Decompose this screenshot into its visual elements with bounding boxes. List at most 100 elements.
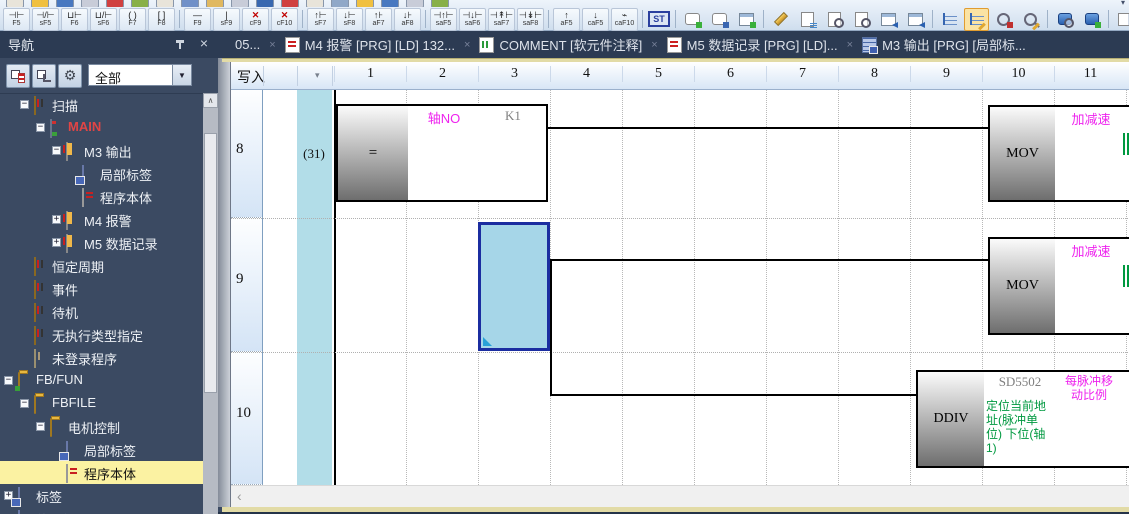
branch-tree-button[interactable] [937, 8, 962, 31]
tree-item-fb-fun[interactable]: − FB/FUN [0, 369, 203, 392]
insert-cell-button[interactable] [1113, 8, 1129, 31]
toolbar-icon-clipped[interactable] [81, 0, 99, 7]
ladder-symbol-button-sF7[interactable]: ↑⊢sF7 [307, 8, 334, 31]
database-edit-button[interactable] [1079, 8, 1104, 31]
tab-close-icon[interactable]: × [847, 39, 853, 51]
tab-m4-alarm[interactable]: M4 报警 [PRG] [LD] 132... [278, 35, 462, 54]
toolbar-icon-clipped[interactable] [356, 0, 374, 7]
program-list-button[interactable] [795, 8, 820, 31]
ladder-symbol-button-caF5[interactable]: ↓caF5 [582, 8, 609, 31]
ladder-symbol-button-saF6[interactable]: ⊣↓⊢saF6 [459, 8, 486, 31]
toolbar-icon-clipped[interactable] [331, 0, 349, 7]
paste-overwrite-button[interactable] [903, 8, 928, 31]
chevron-down-icon[interactable]: ▾ [315, 70, 320, 81]
database-find-button[interactable] [1052, 8, 1077, 31]
tree-scrollbar[interactable]: ∧ [203, 93, 218, 514]
expander-icon[interactable]: − [4, 376, 13, 385]
tab-05[interactable]: 05... [228, 37, 267, 52]
tree-item-local-label[interactable]: 局部标签 [0, 162, 203, 185]
ladder-symbol-button-sF6[interactable]: ⊔/⊢sF6 [90, 8, 117, 31]
ladder-symbol-button-aF7[interactable]: ↑⊦aF7 [365, 8, 392, 31]
toolbar-icon-clipped[interactable] [181, 0, 199, 7]
tree-item-event[interactable]: 事件 [0, 277, 203, 300]
compare-instruction-box[interactable]: = 轴NO K1 [336, 104, 548, 202]
cell-handle-icon[interactable] [483, 337, 492, 346]
toolbar-icon-clipped[interactable] [256, 0, 274, 7]
tree-item-device[interactable]: + 软元件 [0, 507, 203, 514]
mov-instruction-box[interactable]: MOV 加减速 [988, 237, 1129, 335]
close-icon[interactable]: × [200, 36, 208, 50]
tree-item-fixed-scan[interactable]: 恒定周期 [0, 254, 203, 277]
scroll-left-icon[interactable]: ‹ [237, 488, 242, 504]
toolbar-icon-clipped[interactable] [231, 0, 249, 7]
chevron-down-icon[interactable]: ▼ [172, 65, 191, 85]
device-comment-edit-button[interactable] [734, 8, 759, 31]
ladder-symbol-button-F9[interactable]: —F9 [184, 8, 211, 31]
selected-cell[interactable] [478, 222, 550, 351]
toolbar-icon-clipped[interactable] [281, 0, 299, 7]
find-magnifier-button[interactable] [991, 8, 1016, 31]
toolbar-icon-clipped[interactable] [206, 0, 224, 7]
expander-icon[interactable]: + [52, 238, 61, 247]
wire-edit-button[interactable] [964, 8, 989, 31]
toolbar-overflow-icon[interactable]: ▾ [1121, 0, 1125, 7]
tree-item-program-body-2[interactable]: 程序本体 [0, 461, 203, 484]
tab-close-icon[interactable]: × [269, 39, 275, 51]
toolbar-icon-clipped[interactable] [306, 0, 324, 7]
tree-item-main[interactable]: − MAIN [0, 116, 203, 139]
toolbar-icon-clipped[interactable] [56, 0, 74, 7]
tree-item-m4-alarm[interactable]: + M4 报警 [0, 208, 203, 231]
mov-instruction-box[interactable]: MOV 加减速 [988, 105, 1129, 202]
find-document-button[interactable] [822, 8, 847, 31]
rung-number-cell[interactable]: 8 [231, 90, 263, 218]
scroll-up-icon[interactable]: ∧ [203, 93, 218, 108]
ladder-symbol-button-F5[interactable]: ⊣⊢F5 [3, 8, 30, 31]
ladder-symbol-button-saF7[interactable]: ⊣↟⊢saF7 [488, 8, 515, 31]
tree-item-motor-control[interactable]: − 电机控制 [0, 415, 203, 438]
expander-icon[interactable]: − [20, 399, 29, 408]
rung-number-cell[interactable]: 10 [231, 352, 263, 485]
toolbar-icon-clipped[interactable] [31, 0, 49, 7]
toolbar-icon-clipped[interactable] [381, 0, 399, 7]
ladder-symbol-button-caF10[interactable]: ⌁caF10 [611, 8, 638, 31]
ladder-symbol-button-sF9[interactable]: |sF9 [213, 8, 240, 31]
tree-collapse-button[interactable] [32, 64, 56, 88]
tab-m3-output[interactable]: M3 输出 [PRG] [局部标... [855, 35, 1033, 54]
ladder-symbol-button-aF8[interactable]: ↓⊦aF8 [394, 8, 421, 31]
tab-m5-data-log[interactable]: M5 数据记录 [PRG] [LD]... [660, 35, 845, 54]
expander-icon[interactable]: − [52, 146, 61, 155]
horizontal-scrollbar[interactable]: ‹ [231, 485, 1129, 507]
ladder-symbol-button-aF5[interactable]: ↑aF5 [553, 8, 580, 31]
toolbar-icon-clipped[interactable] [406, 0, 424, 7]
ddiv-instruction-box[interactable]: DDIV SD5502 定位当前地址(脉冲单位) 下位(轴1) 每脉冲移动比例 [916, 370, 1129, 468]
toolbar-icon-clipped[interactable] [431, 0, 449, 7]
find-edit-button[interactable] [1018, 8, 1043, 31]
panel-splitter[interactable] [218, 58, 230, 507]
ladder-symbol-button-F7[interactable]: ( )F7 [119, 8, 146, 31]
expander-icon[interactable]: + [52, 215, 61, 224]
tree-item-local-label-2[interactable]: 局部标签 [0, 438, 203, 461]
tree-item-scan[interactable]: − 扫描 [0, 93, 203, 116]
ladder-symbol-button-F6[interactable]: ⊔⊢F6 [61, 8, 88, 31]
expander-icon[interactable]: − [36, 422, 45, 431]
tree-item-m3-output[interactable]: − M3 输出 [0, 139, 203, 162]
tree-item-unregistered-program[interactable]: 未登录程序 [0, 346, 203, 369]
ladder-symbol-button-F8[interactable]: [ ]F8 [148, 8, 175, 31]
tab-comment[interactable]: COMMENT [软元件注释] [472, 35, 649, 54]
tree-item-label[interactable]: + 标签 [0, 484, 203, 507]
tree-scrollbar-thumb[interactable] [204, 133, 217, 393]
pencil-edit-button[interactable] [768, 8, 793, 31]
toolbar-icon-clipped[interactable] [156, 0, 174, 7]
tree-item-program-body[interactable]: 程序本体 [0, 185, 203, 208]
tree-filter-select[interactable]: 全部 ▼ [88, 64, 192, 86]
rung-number-cell[interactable]: 9 [231, 218, 263, 352]
st-editor-button[interactable]: ST [647, 9, 671, 30]
note-edit-button[interactable] [707, 8, 732, 31]
ladder-symbol-button-saF5[interactable]: ⊣↑⊢saF5 [430, 8, 457, 31]
tree-item-m5-data-log[interactable]: + M5 数据记录 [0, 231, 203, 254]
tree-item-fbfile[interactable]: − FBFILE [0, 392, 203, 415]
toolbar-icon-clipped[interactable] [131, 0, 149, 7]
tab-close-icon[interactable]: × [464, 39, 470, 51]
expander-icon[interactable]: − [36, 123, 45, 132]
ladder-symbol-button-saF8[interactable]: ⊣↡⊢saF8 [517, 8, 544, 31]
